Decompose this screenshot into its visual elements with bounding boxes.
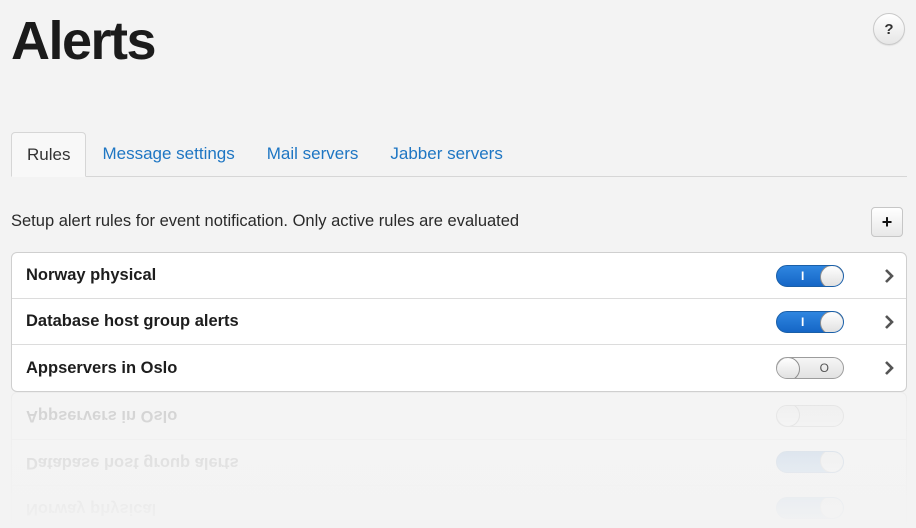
reflection-toggle (776, 497, 844, 519)
rule-name: Norway physical (26, 266, 157, 284)
list-reflection: Norway physical Database host group aler… (11, 392, 907, 528)
rule-row[interactable]: Database host group alerts I (12, 299, 906, 345)
page-title: Alerts (11, 11, 157, 71)
reflection-rule-name: Database host group alerts (26, 454, 239, 472)
rule-name: Appservers in Oslo (26, 358, 178, 377)
reflection-list: Norway physical Database host group aler… (11, 392, 907, 528)
reflection-toggle-knob (776, 405, 800, 427)
toggle-off-mark: O (819, 361, 829, 375)
toggle-knob (777, 358, 800, 378)
chevron-right-icon[interactable] (882, 267, 896, 285)
reflection-rule-name: Appservers in Oslo (26, 407, 178, 426)
reflection-fade (11, 392, 907, 528)
toggle-knob (820, 312, 843, 332)
tab-rules[interactable]: Rules (11, 132, 87, 177)
rule-name: Database host group alerts (26, 312, 239, 330)
reflection-row: Database host group alerts (12, 439, 906, 485)
reflection-row: Appservers in Oslo (12, 393, 906, 439)
chevron-right-icon[interactable] (882, 313, 896, 331)
tab-jabber-servers[interactable]: Jabber servers (374, 132, 518, 176)
rule-active-toggle[interactable]: I (776, 265, 844, 287)
rule-active-toggle[interactable]: I (776, 311, 844, 333)
reflection-toggle (776, 451, 844, 473)
add-rule-button[interactable]: + (871, 207, 903, 237)
rules-list: Norway physical I Database host group al… (11, 252, 907, 392)
rule-row[interactable]: Appservers in Oslo O (12, 345, 906, 391)
help-button[interactable]: ? (873, 13, 905, 45)
toggle-on-mark: I (801, 315, 805, 329)
toggle-on-mark: I (801, 269, 805, 283)
reflection-row: Norway physical (12, 485, 906, 528)
rule-active-toggle[interactable]: O (776, 357, 844, 379)
tab-mail-servers[interactable]: Mail servers (251, 132, 375, 176)
reflection-rule-name: Norway physical (26, 500, 157, 518)
tab-message-settings[interactable]: Message settings (86, 132, 250, 176)
rules-description: Setup alert rules for event notification… (11, 212, 520, 230)
reflection-toggle-knob (820, 497, 844, 519)
rule-row[interactable]: Norway physical I (12, 253, 906, 299)
reflection-toggle-knob (820, 451, 844, 473)
reflection-toggle (776, 405, 844, 427)
chevron-right-icon[interactable] (882, 359, 896, 377)
tab-bar: Rules Message settings Mail servers Jabb… (11, 132, 907, 177)
toggle-knob (820, 266, 843, 286)
